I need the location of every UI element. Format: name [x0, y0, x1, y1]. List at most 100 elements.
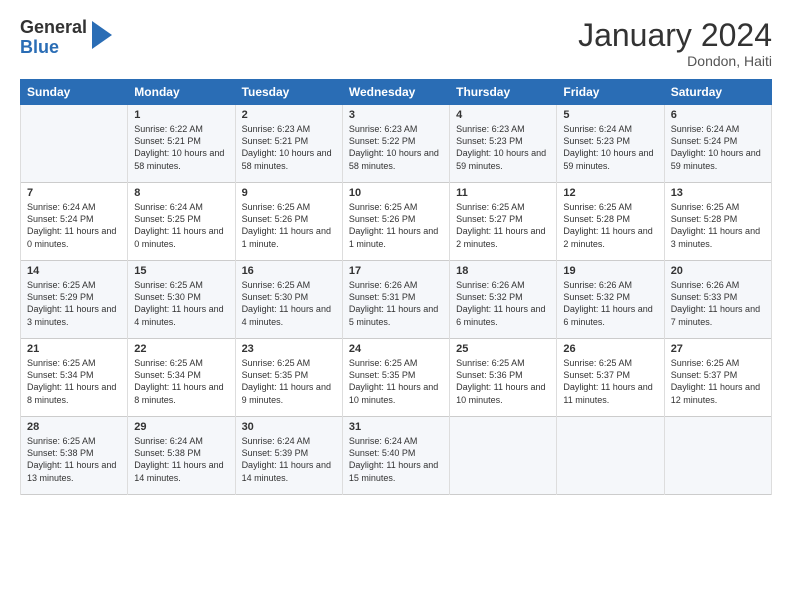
cell-w0-d4: 4 Sunrise: 6:23 AMSunset: 5:23 PMDaylight…: [450, 105, 557, 183]
cell-content: Sunrise: 6:25 AMSunset: 5:26 PMDaylight:…: [349, 201, 443, 250]
cell-w0-d6: 6 Sunrise: 6:24 AMSunset: 5:24 PMDaylight…: [664, 105, 771, 183]
logo-general: General: [20, 18, 87, 38]
day-number: 14: [27, 265, 121, 277]
col-thursday: Thursday: [450, 80, 557, 105]
cell-content: Sunrise: 6:24 AMSunset: 5:39 PMDaylight:…: [242, 435, 336, 484]
cell-w3-d4: 25 Sunrise: 6:25 AMSunset: 5:36 PMDayligh…: [450, 339, 557, 417]
month-title: January 2024: [578, 18, 772, 53]
day-number: 10: [349, 187, 443, 199]
cell-content: Sunrise: 6:24 AMSunset: 5:25 PMDaylight:…: [134, 201, 228, 250]
col-monday: Monday: [128, 80, 235, 105]
day-number: 15: [134, 265, 228, 277]
calendar-table: Sunday Monday Tuesday Wednesday Thursday…: [20, 79, 772, 495]
day-number: 4: [456, 109, 550, 121]
title-block: January 2024 Dondon, Haiti: [578, 18, 772, 69]
day-number: 11: [456, 187, 550, 199]
cell-w0-d1: 1 Sunrise: 6:22 AMSunset: 5:21 PMDaylight…: [128, 105, 235, 183]
col-tuesday: Tuesday: [235, 80, 342, 105]
cell-w1-d0: 7Sunrise: 6:24 AMSunset: 5:24 PMDaylight…: [21, 183, 128, 261]
cell-w3-d3: 24 Sunrise: 6:25 AMSunset: 5:35 PMDayligh…: [342, 339, 449, 417]
cell-content: Sunrise: 6:26 AMSunset: 5:32 PMDaylight:…: [563, 279, 657, 328]
cell-content: Sunrise: 6:25 AMSunset: 5:30 PMDaylight:…: [242, 279, 336, 328]
day-number: 31: [349, 421, 443, 433]
cell-content: Sunrise: 6:24 AMSunset: 5:24 PMDaylight:…: [671, 123, 765, 172]
cell-content: Sunrise: 6:25 AMSunset: 5:35 PMDaylight:…: [349, 357, 443, 406]
cell-content: Sunrise: 6:23 AMSunset: 5:23 PMDaylight:…: [456, 123, 550, 172]
week-row-2: 14 Sunrise: 6:25 AMSunset: 5:29 PMDayligh…: [21, 261, 772, 339]
cell-w4-d6: [664, 417, 771, 495]
day-number: 6: [671, 109, 765, 121]
cell-w1-d3: 10 Sunrise: 6:25 AMSunset: 5:26 PMDayligh…: [342, 183, 449, 261]
header: General Blue January 2024 Dondon, Haiti: [20, 18, 772, 69]
day-number: 9: [242, 187, 336, 199]
cell-w3-d6: 27Sunrise: 6:25 AMSunset: 5:37 PMDayligh…: [664, 339, 771, 417]
cell-w2-d4: 18 Sunrise: 6:26 AMSunset: 5:32 PMDayligh…: [450, 261, 557, 339]
page: General Blue January 2024 Dondon, Haiti …: [0, 0, 792, 612]
cell-w4-d4: [450, 417, 557, 495]
day-number: 24: [349, 343, 443, 355]
cell-w1-d6: 13 Sunrise: 6:25 AMSunset: 5:28 PMDayligh…: [664, 183, 771, 261]
cell-content: Sunrise: 6:25 AMSunset: 5:38 PMDaylight:…: [27, 435, 121, 484]
cell-content: Sunrise: 6:25 AMSunset: 5:36 PMDaylight:…: [456, 357, 550, 406]
logo-icon: [90, 21, 112, 49]
cell-w3-d1: 22 Sunrise: 6:25 AMSunset: 5:34 PMDayligh…: [128, 339, 235, 417]
cell-w1-d4: 11 Sunrise: 6:25 AMSunset: 5:27 PMDayligh…: [450, 183, 557, 261]
cell-content: Sunrise: 6:25 AMSunset: 5:28 PMDaylight:…: [671, 201, 765, 250]
col-sunday: Sunday: [21, 80, 128, 105]
logo-blue: Blue: [20, 38, 87, 58]
day-number: 1: [134, 109, 228, 121]
day-number: 21: [27, 343, 121, 355]
cell-content: Sunrise: 6:26 AMSunset: 5:31 PMDaylight:…: [349, 279, 443, 328]
cell-w3-d5: 26 Sunrise: 6:25 AMSunset: 5:37 PMDayligh…: [557, 339, 664, 417]
day-number: 28: [27, 421, 121, 433]
logo: General Blue: [20, 18, 112, 58]
day-number: 13: [671, 187, 765, 199]
cell-content: Sunrise: 6:22 AMSunset: 5:21 PMDaylight:…: [134, 123, 228, 172]
cell-w4-d3: 31 Sunrise: 6:24 AMSunset: 5:40 PMDayligh…: [342, 417, 449, 495]
cell-w2-d6: 20Sunrise: 6:26 AMSunset: 5:33 PMDayligh…: [664, 261, 771, 339]
day-number: 16: [242, 265, 336, 277]
cell-w3-d0: 21 Sunrise: 6:25 AMSunset: 5:34 PMDayligh…: [21, 339, 128, 417]
day-number: 25: [456, 343, 550, 355]
cell-w0-d2: 2Sunrise: 6:23 AMSunset: 5:21 PMDaylight…: [235, 105, 342, 183]
week-row-1: 7Sunrise: 6:24 AMSunset: 5:24 PMDaylight…: [21, 183, 772, 261]
day-number: 26: [563, 343, 657, 355]
week-row-3: 21 Sunrise: 6:25 AMSunset: 5:34 PMDayligh…: [21, 339, 772, 417]
cell-content: Sunrise: 6:25 AMSunset: 5:34 PMDaylight:…: [27, 357, 121, 406]
col-wednesday: Wednesday: [342, 80, 449, 105]
week-row-4: 28 Sunrise: 6:25 AMSunset: 5:38 PMDayligh…: [21, 417, 772, 495]
cell-content: Sunrise: 6:25 AMSunset: 5:37 PMDaylight:…: [563, 357, 657, 406]
cell-content: Sunrise: 6:25 AMSunset: 5:30 PMDaylight:…: [134, 279, 228, 328]
day-number: 22: [134, 343, 228, 355]
col-saturday: Saturday: [664, 80, 771, 105]
day-number: 27: [671, 343, 765, 355]
week-row-0: 1 Sunrise: 6:22 AMSunset: 5:21 PMDaylight…: [21, 105, 772, 183]
cell-w0-d3: 3Sunrise: 6:23 AMSunset: 5:22 PMDaylight…: [342, 105, 449, 183]
day-number: 30: [242, 421, 336, 433]
cell-content: Sunrise: 6:25 AMSunset: 5:26 PMDaylight:…: [242, 201, 336, 250]
cell-content: Sunrise: 6:23 AMSunset: 5:22 PMDaylight:…: [349, 123, 443, 172]
cell-w2-d0: 14 Sunrise: 6:25 AMSunset: 5:29 PMDayligh…: [21, 261, 128, 339]
cell-w0-d0: [21, 105, 128, 183]
cell-w2-d2: 16 Sunrise: 6:25 AMSunset: 5:30 PMDayligh…: [235, 261, 342, 339]
cell-content: Sunrise: 6:25 AMSunset: 5:34 PMDaylight:…: [134, 357, 228, 406]
cell-w2-d3: 17 Sunrise: 6:26 AMSunset: 5:31 PMDayligh…: [342, 261, 449, 339]
cell-content: Sunrise: 6:24 AMSunset: 5:24 PMDaylight:…: [27, 201, 121, 250]
cell-w0-d5: 5Sunrise: 6:24 AMSunset: 5:23 PMDaylight…: [557, 105, 664, 183]
cell-w1-d2: 9 Sunrise: 6:25 AMSunset: 5:26 PMDaylight…: [235, 183, 342, 261]
day-number: 19: [563, 265, 657, 277]
cell-content: Sunrise: 6:26 AMSunset: 5:32 PMDaylight:…: [456, 279, 550, 328]
cell-content: Sunrise: 6:24 AMSunset: 5:40 PMDaylight:…: [349, 435, 443, 484]
day-number: 18: [456, 265, 550, 277]
location: Dondon, Haiti: [578, 53, 772, 69]
day-number: 12: [563, 187, 657, 199]
logo-text: General Blue: [20, 18, 87, 58]
day-number: 8: [134, 187, 228, 199]
day-number: 2: [242, 109, 336, 121]
cell-content: Sunrise: 6:25 AMSunset: 5:29 PMDaylight:…: [27, 279, 121, 328]
cell-content: Sunrise: 6:25 AMSunset: 5:28 PMDaylight:…: [563, 201, 657, 250]
day-number: 5: [563, 109, 657, 121]
cell-w1-d1: 8 Sunrise: 6:24 AMSunset: 5:25 PMDaylight…: [128, 183, 235, 261]
day-number: 17: [349, 265, 443, 277]
cell-content: Sunrise: 6:25 AMSunset: 5:27 PMDaylight:…: [456, 201, 550, 250]
